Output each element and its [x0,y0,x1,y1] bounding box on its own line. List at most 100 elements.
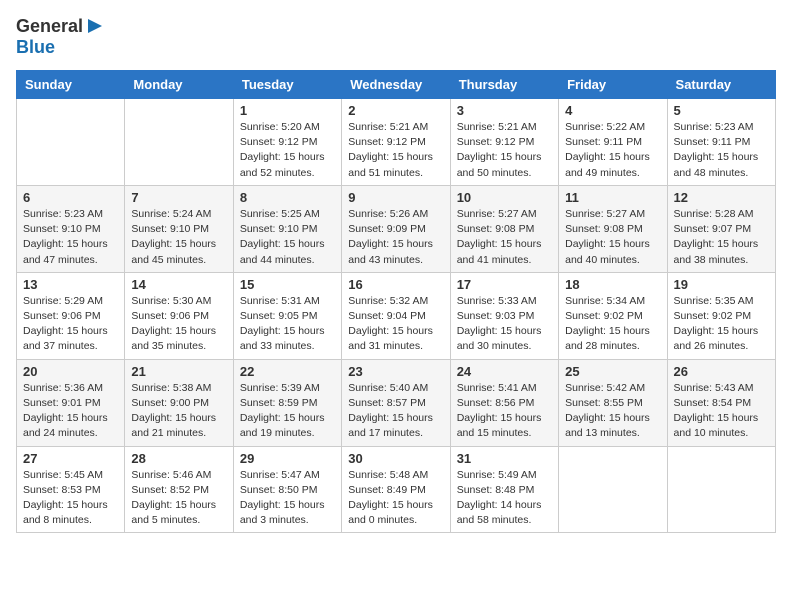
calendar-cell [125,99,233,186]
day-number: 26 [674,364,769,379]
day-detail: Sunrise: 5:49 AM Sunset: 8:48 PM Dayligh… [457,468,552,529]
day-number: 20 [23,364,118,379]
day-detail: Sunrise: 5:40 AM Sunset: 8:57 PM Dayligh… [348,381,443,442]
calendar-cell: 7Sunrise: 5:24 AM Sunset: 9:10 PM Daylig… [125,185,233,272]
calendar-cell: 27 Sunrise: 5:45 AM Sunset: 8:53 PM Dayli… [17,446,125,533]
calendar-cell: 24 Sunrise: 5:41 AM Sunset: 8:56 PM Dayli… [450,359,558,446]
day-number: 14 [131,277,226,292]
calendar-cell: 26 Sunrise: 5:43 AM Sunset: 8:54 PM Dayli… [667,359,775,446]
day-detail: Sunrise: 5:30 AM Sunset: 9:06 PM Dayligh… [131,294,226,355]
day-detail: Sunrise: 5:25 AM Sunset: 9:10 PM Dayligh… [240,207,335,268]
day-number: 13 [23,277,118,292]
day-number: 24 [457,364,552,379]
day-number: 19 [674,277,769,292]
weekday-header-tuesday: Tuesday [233,71,341,99]
calendar-cell: 1 Sunrise: 5:20 AM Sunset: 9:12 PM Daylig… [233,99,341,186]
calendar-cell: 28 Sunrise: 5:46 AM Sunset: 8:52 PM Dayli… [125,446,233,533]
calendar-week-5: 27 Sunrise: 5:45 AM Sunset: 8:53 PM Dayli… [17,446,776,533]
calendar-cell: 9 Sunrise: 5:26 AM Sunset: 9:09 PM Daylig… [342,185,450,272]
day-detail: Sunrise: 5:46 AM Sunset: 8:52 PM Dayligh… [131,468,226,529]
day-number: 15 [240,277,335,292]
day-detail: Sunrise: 5:22 AM Sunset: 9:11 PM Dayligh… [565,120,660,181]
day-detail: Sunrise: 5:27 AM Sunset: 9:08 PM Dayligh… [565,207,660,268]
day-detail: Sunrise: 5:27 AM Sunset: 9:08 PM Dayligh… [457,207,552,268]
calendar-cell: 16 Sunrise: 5:32 AM Sunset: 9:04 PM Dayli… [342,272,450,359]
calendar-cell: 25Sunrise: 5:42 AM Sunset: 8:55 PM Dayli… [559,359,667,446]
day-detail: Sunrise: 5:33 AM Sunset: 9:03 PM Dayligh… [457,294,552,355]
day-detail: Sunrise: 5:34 AM Sunset: 9:02 PM Dayligh… [565,294,660,355]
calendar-cell: 22 Sunrise: 5:39 AM Sunset: 8:59 PM Dayli… [233,359,341,446]
day-detail: Sunrise: 5:41 AM Sunset: 8:56 PM Dayligh… [457,381,552,442]
day-number: 12 [674,190,769,205]
header: General Blue [16,16,776,58]
day-number: 7 [131,190,226,205]
calendar-cell: 30 Sunrise: 5:48 AM Sunset: 8:49 PM Dayli… [342,446,450,533]
day-detail: Sunrise: 5:20 AM Sunset: 9:12 PM Dayligh… [240,120,335,181]
day-detail: Sunrise: 5:28 AM Sunset: 9:07 PM Dayligh… [674,207,769,268]
calendar: SundayMondayTuesdayWednesdayThursdayFrid… [16,70,776,533]
weekday-header-saturday: Saturday [667,71,775,99]
calendar-cell: 12 Sunrise: 5:28 AM Sunset: 9:07 PM Dayli… [667,185,775,272]
day-number: 28 [131,451,226,466]
calendar-cell: 8 Sunrise: 5:25 AM Sunset: 9:10 PM Daylig… [233,185,341,272]
day-detail: Sunrise: 5:26 AM Sunset: 9:09 PM Dayligh… [348,207,443,268]
weekday-header-friday: Friday [559,71,667,99]
calendar-cell: 19Sunrise: 5:35 AM Sunset: 9:02 PM Dayli… [667,272,775,359]
calendar-cell [17,99,125,186]
calendar-cell [559,446,667,533]
weekday-header-wednesday: Wednesday [342,71,450,99]
day-number: 11 [565,190,660,205]
calendar-cell: 11 Sunrise: 5:27 AM Sunset: 9:08 PM Dayli… [559,185,667,272]
weekday-row: SundayMondayTuesdayWednesdayThursdayFrid… [17,71,776,99]
calendar-cell: 20Sunrise: 5:36 AM Sunset: 9:01 PM Dayli… [17,359,125,446]
day-number: 21 [131,364,226,379]
calendar-cell: 6 Sunrise: 5:23 AM Sunset: 9:10 PM Daylig… [17,185,125,272]
day-detail: Sunrise: 5:45 AM Sunset: 8:53 PM Dayligh… [23,468,118,529]
day-number: 10 [457,190,552,205]
calendar-cell: 15 Sunrise: 5:31 AM Sunset: 9:05 PM Dayli… [233,272,341,359]
day-detail: Sunrise: 5:39 AM Sunset: 8:59 PM Dayligh… [240,381,335,442]
day-number: 6 [23,190,118,205]
calendar-cell: 14 Sunrise: 5:30 AM Sunset: 9:06 PM Dayli… [125,272,233,359]
day-detail: Sunrise: 5:23 AM Sunset: 9:10 PM Dayligh… [23,207,118,268]
day-number: 22 [240,364,335,379]
day-number: 25 [565,364,660,379]
day-detail: Sunrise: 5:21 AM Sunset: 9:12 PM Dayligh… [348,120,443,181]
calendar-cell: 2 Sunrise: 5:21 AM Sunset: 9:12 PM Daylig… [342,99,450,186]
calendar-cell: 17 Sunrise: 5:33 AM Sunset: 9:03 PM Dayli… [450,272,558,359]
day-detail: Sunrise: 5:38 AM Sunset: 9:00 PM Dayligh… [131,381,226,442]
calendar-header: SundayMondayTuesdayWednesdayThursdayFrid… [17,71,776,99]
calendar-cell [667,446,775,533]
day-detail: Sunrise: 5:31 AM Sunset: 9:05 PM Dayligh… [240,294,335,355]
day-detail: Sunrise: 5:32 AM Sunset: 9:04 PM Dayligh… [348,294,443,355]
calendar-week-3: 13 Sunrise: 5:29 AM Sunset: 9:06 PM Dayli… [17,272,776,359]
weekday-header-sunday: Sunday [17,71,125,99]
day-detail: Sunrise: 5:47 AM Sunset: 8:50 PM Dayligh… [240,468,335,529]
day-number: 16 [348,277,443,292]
calendar-week-1: 1 Sunrise: 5:20 AM Sunset: 9:12 PM Daylig… [17,99,776,186]
day-detail: Sunrise: 5:48 AM Sunset: 8:49 PM Dayligh… [348,468,443,529]
day-detail: Sunrise: 5:29 AM Sunset: 9:06 PM Dayligh… [23,294,118,355]
day-number: 31 [457,451,552,466]
day-number: 2 [348,103,443,118]
day-number: 3 [457,103,552,118]
day-number: 29 [240,451,335,466]
day-detail: Sunrise: 5:43 AM Sunset: 8:54 PM Dayligh… [674,381,769,442]
day-number: 30 [348,451,443,466]
day-number: 4 [565,103,660,118]
day-number: 9 [348,190,443,205]
calendar-body: 1 Sunrise: 5:20 AM Sunset: 9:12 PM Daylig… [17,99,776,533]
day-number: 17 [457,277,552,292]
day-number: 18 [565,277,660,292]
day-number: 8 [240,190,335,205]
weekday-header-thursday: Thursday [450,71,558,99]
calendar-cell: 5Sunrise: 5:23 AM Sunset: 9:11 PM Daylig… [667,99,775,186]
day-number: 1 [240,103,335,118]
calendar-cell: 23Sunrise: 5:40 AM Sunset: 8:57 PM Dayli… [342,359,450,446]
day-number: 27 [23,451,118,466]
calendar-week-2: 6 Sunrise: 5:23 AM Sunset: 9:10 PM Daylig… [17,185,776,272]
calendar-week-4: 20Sunrise: 5:36 AM Sunset: 9:01 PM Dayli… [17,359,776,446]
calendar-cell: 10 Sunrise: 5:27 AM Sunset: 9:08 PM Dayli… [450,185,558,272]
logo-general-text: General [16,16,83,37]
calendar-cell: 18 Sunrise: 5:34 AM Sunset: 9:02 PM Dayli… [559,272,667,359]
